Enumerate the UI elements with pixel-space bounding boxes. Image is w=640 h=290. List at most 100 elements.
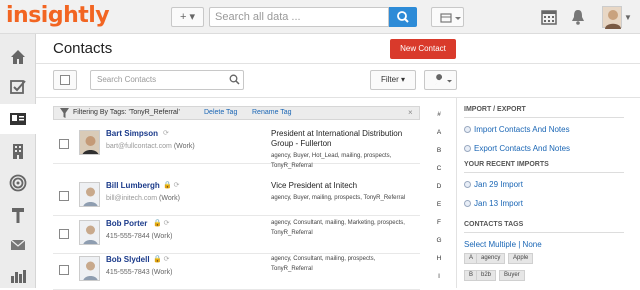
calendar-icon[interactable]: [540, 8, 558, 26]
sidebar-item-contacts[interactable]: [0, 104, 36, 134]
section-divider: [464, 172, 624, 173]
sidebar-item-home[interactable]: [0, 42, 36, 72]
recent-import-label[interactable]: Jan 13 Import: [474, 199, 523, 208]
arrow-circle-icon: [464, 145, 471, 152]
target-icon: [9, 174, 27, 192]
rename-tag-link[interactable]: Rename Tag: [252, 107, 292, 119]
tag-chip[interactable]: agency: [476, 253, 506, 264]
recent-import-label[interactable]: Jan 29 Import: [474, 180, 523, 189]
contact-row[interactable]: Bill Lumbergh 🔒 ⟳ bill@initech.com (Work…: [53, 176, 420, 216]
contact-phone-type: (Work): [151, 233, 173, 240]
sidebar-item-reports[interactable]: [0, 260, 36, 290]
filter-description: Filtering By Tags: 'TonyR_Referral': [73, 109, 180, 116]
select-all-checkbox[interactable]: [60, 75, 70, 85]
recent-import-link[interactable]: Jan 13 Import: [464, 199, 523, 208]
alpha-index-f[interactable]: F: [434, 214, 444, 232]
global-search-input[interactable]: Search all data ...: [209, 7, 389, 27]
import-export-heading: IMPORT / EXPORT: [464, 106, 526, 113]
contact-email-address[interactable]: bart@fullcontact.com: [106, 143, 172, 150]
default-avatar-icon: [80, 221, 99, 244]
active-filter-bar: Filtering By Tags: 'TonyR_Referral' Dele…: [53, 106, 420, 120]
alpha-index-i[interactable]: I: [434, 268, 444, 286]
alpha-index-b[interactable]: B: [434, 142, 444, 160]
alpha-index-a[interactable]: A: [434, 124, 444, 142]
row-checkbox[interactable]: [59, 139, 69, 149]
user-avatar[interactable]: [602, 6, 622, 29]
contact-email: bill@initech.com (Work): [106, 195, 180, 202]
sidebar-item-projects[interactable]: [0, 200, 36, 230]
grid-icon: [440, 13, 461, 23]
contact-tags: agency, Consultant, mailing, Marketing, …: [271, 220, 405, 236]
export-contacts-label[interactable]: Export Contacts And Notes: [474, 144, 570, 153]
filter-dropdown-button[interactable]: Filter ▾: [370, 70, 416, 90]
sync-icon: ⟳: [163, 130, 169, 137]
lock-and-sync-icon: 🔒 ⟳: [153, 256, 170, 263]
contact-photo-placeholder: [79, 220, 100, 245]
arrow-circle-icon: [464, 200, 471, 207]
row-checkbox[interactable]: [59, 229, 69, 239]
sidebar-item-opportunities[interactable]: [0, 168, 36, 198]
alpha-index-g[interactable]: G: [434, 232, 444, 250]
contact-name-link[interactable]: Bob Slydell: [106, 255, 150, 264]
recent-import-link[interactable]: Jan 29 Import: [464, 180, 523, 189]
reports-bar-chart-icon: [11, 270, 26, 283]
notifications-bell-icon[interactable]: [569, 8, 587, 26]
alpha-index-c[interactable]: C: [434, 160, 444, 178]
contact-row[interactable]: Bob Porter 🔒 ⟳ 415-555-7844 (Work) agenc…: [53, 214, 420, 254]
global-search-button[interactable]: [389, 7, 417, 27]
alpha-index-d[interactable]: D: [434, 178, 444, 196]
alpha-index-hash[interactable]: #: [434, 106, 444, 124]
default-avatar-icon: [80, 257, 99, 280]
clear-filter-close-icon[interactable]: ×: [408, 107, 413, 119]
export-contacts-link[interactable]: Export Contacts And Notes: [464, 144, 570, 153]
arrow-circle-icon: [464, 126, 471, 133]
arrow-circle-icon: [464, 181, 471, 188]
tag-chip[interactable]: Apple: [508, 253, 534, 264]
contact-row[interactable]: Bart Simpson ⟳ bart@fullcontact.com (Wor…: [53, 124, 420, 169]
contact-name-link[interactable]: Bill Lumbergh: [106, 181, 160, 190]
add-new-button[interactable]: + ▾: [171, 7, 204, 27]
select-all-button[interactable]: [53, 70, 77, 90]
select-multiple-none-links[interactable]: Select Multiple | None: [464, 240, 542, 249]
contacts-tags-heading: CONTACTS TAGS: [464, 221, 524, 228]
contact-email-address[interactable]: bill@initech.com: [106, 195, 157, 202]
lock-and-sync-icon: 🔒 ⟳: [153, 220, 170, 227]
contact-phone-number[interactable]: 415-555-7844: [106, 233, 150, 240]
email-envelope-icon: [10, 239, 26, 250]
app-logo[interactable]: insightly: [6, 3, 110, 28]
import-contacts-label[interactable]: Import Contacts And Notes: [474, 125, 570, 134]
contact-photo-placeholder: [79, 182, 100, 207]
contact-title: President at International Distribution …: [271, 129, 403, 148]
tag-chip[interactable]: b2b: [476, 270, 497, 281]
user-menu-caret-icon[interactable]: ▼: [624, 13, 632, 22]
home-icon: [11, 50, 25, 64]
contact-row[interactable]: Bob Slydell 🔒 ⟳ 415-555-7843 (Work) agen…: [53, 250, 420, 290]
contact-name-link[interactable]: Bart Simpson: [106, 129, 158, 138]
new-contact-button[interactable]: New Contact: [390, 39, 456, 59]
delete-tag-link[interactable]: Delete Tag: [204, 107, 237, 119]
page-title: Contacts: [53, 40, 113, 57]
alpha-index-h[interactable]: H: [434, 250, 444, 268]
apps-menu-button[interactable]: [431, 7, 464, 27]
import-contacts-link[interactable]: Import Contacts And Notes: [464, 125, 570, 134]
contacts-search-input[interactable]: Search Contacts: [90, 70, 244, 90]
recent-imports-heading: YOUR RECENT IMPORTS: [464, 161, 549, 168]
contact-tags: agency, Consultant, mailing, prospects, …: [271, 256, 376, 272]
sidebar-item-tasks[interactable]: [0, 72, 36, 102]
sidebar-item-email[interactable]: [0, 230, 36, 260]
wrench-icon: [435, 74, 452, 85]
contact-name-link[interactable]: Bob Porter: [106, 219, 147, 228]
contact-phone: 415-555-7843 (Work): [106, 269, 172, 276]
contact-phone-number[interactable]: 415-555-7843: [106, 269, 150, 276]
contact-title: Vice President at Initech: [271, 181, 358, 190]
organizations-building-icon: [13, 144, 23, 159]
settings-wrench-button[interactable]: [424, 70, 457, 90]
alpha-index-e[interactable]: E: [434, 196, 444, 214]
row-checkbox[interactable]: [59, 265, 69, 275]
sidebar-item-organizations[interactable]: [0, 136, 36, 166]
row-checkbox[interactable]: [59, 191, 69, 201]
search-icon: [397, 11, 409, 23]
tag-chip[interactable]: Buyer: [499, 270, 525, 281]
search-icon[interactable]: [229, 74, 240, 85]
tasks-checkbox-icon: [10, 80, 26, 94]
